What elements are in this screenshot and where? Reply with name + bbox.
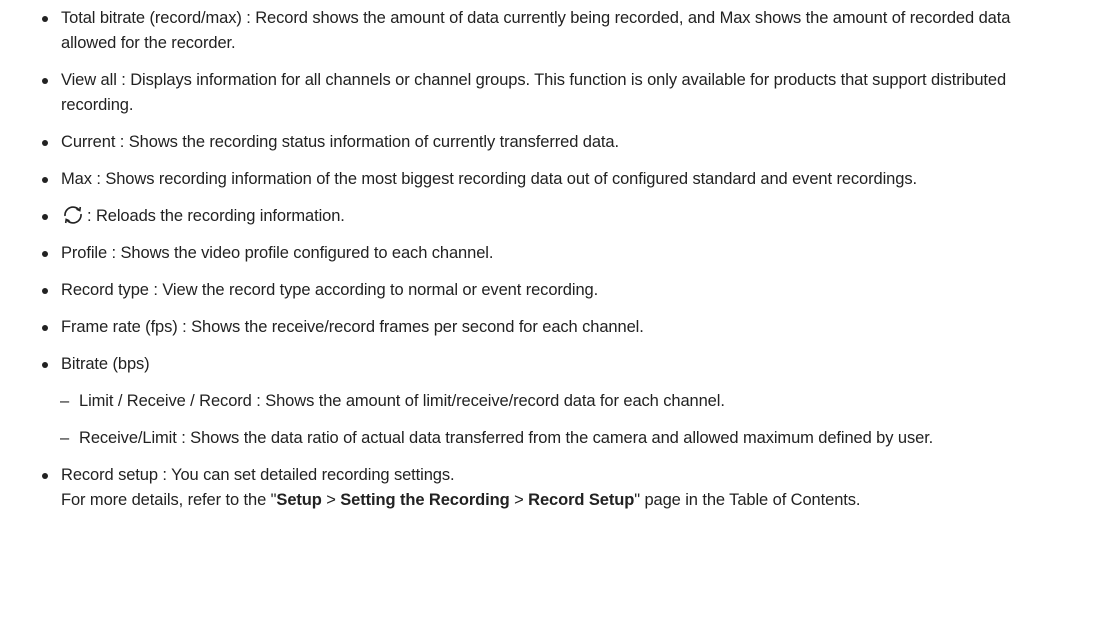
- bullet-icon: [42, 140, 48, 146]
- bullet-icon: [42, 473, 48, 479]
- list-item-bitrate: Bitrate (bps): [41, 352, 1056, 377]
- item-text: Record setup : You can set detailed reco…: [61, 466, 455, 484]
- reference-suffix: " page in the Table of Contents.: [634, 491, 861, 509]
- reference-separator: >: [509, 491, 529, 509]
- item-text: Bitrate (bps): [61, 355, 150, 373]
- sub-item-text: Receive/Limit : Shows the data ratio of …: [79, 429, 934, 447]
- item-text: : Reloads the recording information.: [87, 207, 345, 225]
- bullet-icon: [42, 362, 48, 368]
- list-item-current: Current : Shows the recording status inf…: [41, 130, 1056, 155]
- bullet-icon: [42, 251, 48, 257]
- item-text: View all : Displays information for all …: [61, 71, 1007, 114]
- list-item-profile: Profile : Shows the video profile config…: [41, 241, 1056, 266]
- refresh-icon: [61, 204, 85, 226]
- reference-separator: >: [321, 491, 341, 509]
- reference-link-setup: Setup: [276, 491, 322, 509]
- item-text: Profile : Shows the video profile config…: [61, 244, 494, 262]
- list-item-reload: : Reloads the recording information.: [41, 204, 1056, 229]
- reference-link-record-setup: Record Setup: [528, 491, 635, 509]
- reference-prefix: For more details, refer to the ": [61, 491, 277, 509]
- item-text: Max : Shows recording information of the…: [61, 170, 917, 188]
- bullet-icon: [42, 288, 48, 294]
- item-text: Record type : View the record type accor…: [61, 281, 599, 299]
- bullet-icon: [42, 214, 48, 220]
- bullet-icon: [42, 78, 48, 84]
- document-body: Total bitrate (record/max) : Record show…: [0, 0, 1096, 626]
- sub-item-receive-limit: – Receive/Limit : Shows the data ratio o…: [41, 426, 1056, 451]
- list-item-total-bitrate: Total bitrate (record/max) : Record show…: [41, 6, 1056, 56]
- reference-link-setting-recording: Setting the Recording: [340, 491, 510, 509]
- list-item-max: Max : Shows recording information of the…: [41, 167, 1056, 192]
- list-item-record-setup: Record setup : You can set detailed reco…: [41, 463, 1056, 513]
- item-text: Current : Shows the recording status inf…: [61, 133, 619, 151]
- dash-marker: –: [60, 392, 70, 410]
- sub-item-limit-receive-record: – Limit / Receive / Record : Shows the a…: [41, 389, 1056, 414]
- item-text: Total bitrate (record/max) : Record show…: [61, 9, 1011, 52]
- list-item-view-all: View all : Displays information for all …: [41, 68, 1056, 118]
- bullet-icon: [42, 16, 48, 22]
- dash-marker: –: [60, 429, 70, 447]
- item-text: Frame rate (fps) : Shows the receive/rec…: [61, 318, 644, 336]
- bullet-icon: [42, 325, 48, 331]
- list-item-frame-rate: Frame rate (fps) : Shows the receive/rec…: [41, 315, 1056, 340]
- bullet-icon: [42, 177, 48, 183]
- list-item-record-type: Record type : View the record type accor…: [41, 278, 1056, 303]
- sub-item-text: Limit / Receive / Record : Shows the amo…: [79, 392, 725, 410]
